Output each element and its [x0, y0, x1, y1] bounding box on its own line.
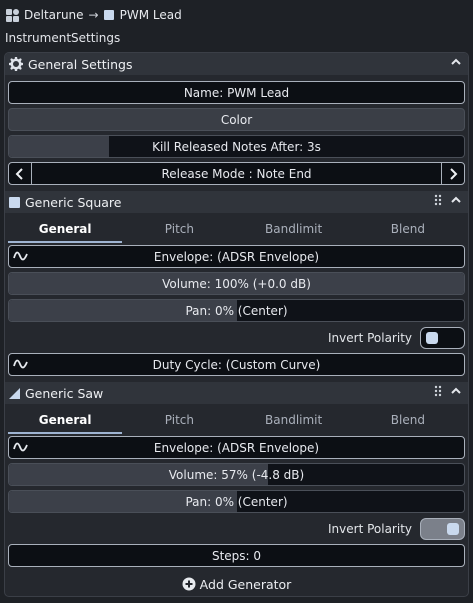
context-label: InstrumentSettings: [5, 31, 121, 45]
instrument-square-icon: [103, 10, 114, 20]
curve-icon: [13, 251, 28, 261]
add-generator-label: Add Generator: [199, 576, 292, 592]
square-invert-polarity-toggle[interactable]: [420, 326, 465, 349]
square-invert-polarity-row: Invert Polarity: [8, 326, 465, 349]
toggle-knob: [447, 522, 459, 535]
kill-released-fill: [9, 136, 110, 157]
saw-wave-icon: [9, 387, 20, 399]
square-envelope-field[interactable]: Envelope: (ADSR Envelope): [8, 245, 465, 268]
toggle-knob: [426, 331, 438, 344]
breadcrumb-arrow: →: [88, 8, 99, 22]
generator-saw-header[interactable]: Generic Saw: [5, 382, 468, 404]
chevron-right-icon: [450, 167, 458, 180]
generator-square-title: Generic Square: [25, 194, 122, 210]
chevron-left-icon: [15, 167, 23, 180]
saw-invert-polarity-row: Invert Polarity: [8, 517, 465, 540]
tab-bandlimit[interactable]: Bandlimit: [237, 410, 351, 434]
instrument-name-text: Name: PWM Lead: [183, 85, 290, 100]
breadcrumb-instrument[interactable]: PWM Lead: [120, 8, 182, 22]
breadcrumb: Deltarune → PWM Lead: [5, 6, 182, 24]
breadcrumb-project[interactable]: Deltarune: [24, 8, 84, 22]
saw-steps-field[interactable]: Steps: 0: [8, 544, 465, 567]
release-mode-selector[interactable]: Release Mode : Note End: [8, 162, 465, 185]
curve-icon: [13, 442, 28, 452]
color-button-label: Color: [220, 112, 253, 127]
collapse-chevron-icon[interactable]: [450, 194, 462, 206]
saw-invert-polarity-toggle[interactable]: [420, 517, 465, 540]
square-volume-label: Volume: 100% (+0.0 dB): [162, 276, 311, 291]
color-button[interactable]: Color: [8, 108, 465, 131]
drag-handle-icon[interactable]: [434, 385, 442, 397]
kill-released-slider[interactable]: Kill Released Notes After: 3s: [8, 135, 465, 158]
general-settings-title: General Settings: [28, 56, 133, 72]
saw-envelope-label: Envelope: (ADSR Envelope): [153, 440, 320, 455]
saw-pan-label: Pan: 0% (Center): [185, 494, 288, 509]
release-mode-label: Release Mode : Note End: [161, 166, 312, 181]
saw-envelope-field[interactable]: Envelope: (ADSR Envelope): [8, 436, 465, 459]
generator-saw-title: Generic Saw: [25, 385, 104, 401]
saw-invert-polarity-label: Invert Polarity: [328, 521, 412, 536]
curve-icon: [13, 359, 28, 369]
collapse-chevron-icon[interactable]: [450, 56, 462, 68]
tab-general[interactable]: General: [8, 410, 123, 434]
square-pan-slider[interactable]: Pan: 0% (Center): [8, 299, 465, 322]
project-icon: [6, 8, 19, 22]
square-volume-slider[interactable]: Volume: 100% (+0.0 dB): [8, 272, 465, 295]
release-mode-prev-button[interactable]: [9, 163, 32, 184]
saw-volume-label: Volume: 57% (-4.8 dB): [168, 467, 305, 482]
square-duty-cycle-field[interactable]: Duty Cycle: (Custom Curve): [8, 353, 465, 376]
tab-pitch[interactable]: Pitch: [122, 219, 236, 243]
saw-volume-slider[interactable]: Volume: 57% (-4.8 dB): [8, 463, 465, 486]
gear-icon: [9, 57, 23, 71]
generator-saw-tabs: General Pitch Bandlimit Blend: [8, 410, 465, 434]
square-duty-cycle-label: Duty Cycle: (Custom Curve): [152, 357, 321, 372]
saw-steps-label: Steps: 0: [211, 548, 262, 563]
tab-blend[interactable]: Blend: [351, 410, 465, 434]
collapse-chevron-icon[interactable]: [450, 385, 462, 397]
saw-pan-slider[interactable]: Pan: 0% (Center): [8, 490, 465, 513]
square-invert-polarity-label: Invert Polarity: [328, 330, 412, 345]
instrument-settings-panel: General Settings Name: PWM Lead Color Ki…: [4, 52, 469, 597]
square-wave-icon: [9, 196, 20, 208]
tab-general[interactable]: General: [8, 219, 123, 243]
release-mode-next-button[interactable]: [441, 163, 464, 184]
drag-handle-icon[interactable]: [434, 194, 442, 206]
kill-released-label: Kill Released Notes After: 3s: [152, 139, 321, 154]
tab-bandlimit[interactable]: Bandlimit: [237, 219, 351, 243]
plus-circle-icon: [182, 577, 196, 591]
tab-blend[interactable]: Blend: [351, 219, 465, 243]
generator-square-tabs: General Pitch Bandlimit Blend: [8, 219, 465, 243]
instrument-name-field[interactable]: Name: PWM Lead: [8, 81, 465, 104]
square-envelope-label: Envelope: (ADSR Envelope): [153, 249, 320, 264]
general-settings-header[interactable]: General Settings: [5, 53, 468, 75]
add-generator-button[interactable]: Add Generator: [5, 573, 468, 595]
tab-pitch[interactable]: Pitch: [122, 410, 236, 434]
square-pan-label: Pan: 0% (Center): [185, 303, 288, 318]
generator-square-header[interactable]: Generic Square: [5, 191, 468, 213]
